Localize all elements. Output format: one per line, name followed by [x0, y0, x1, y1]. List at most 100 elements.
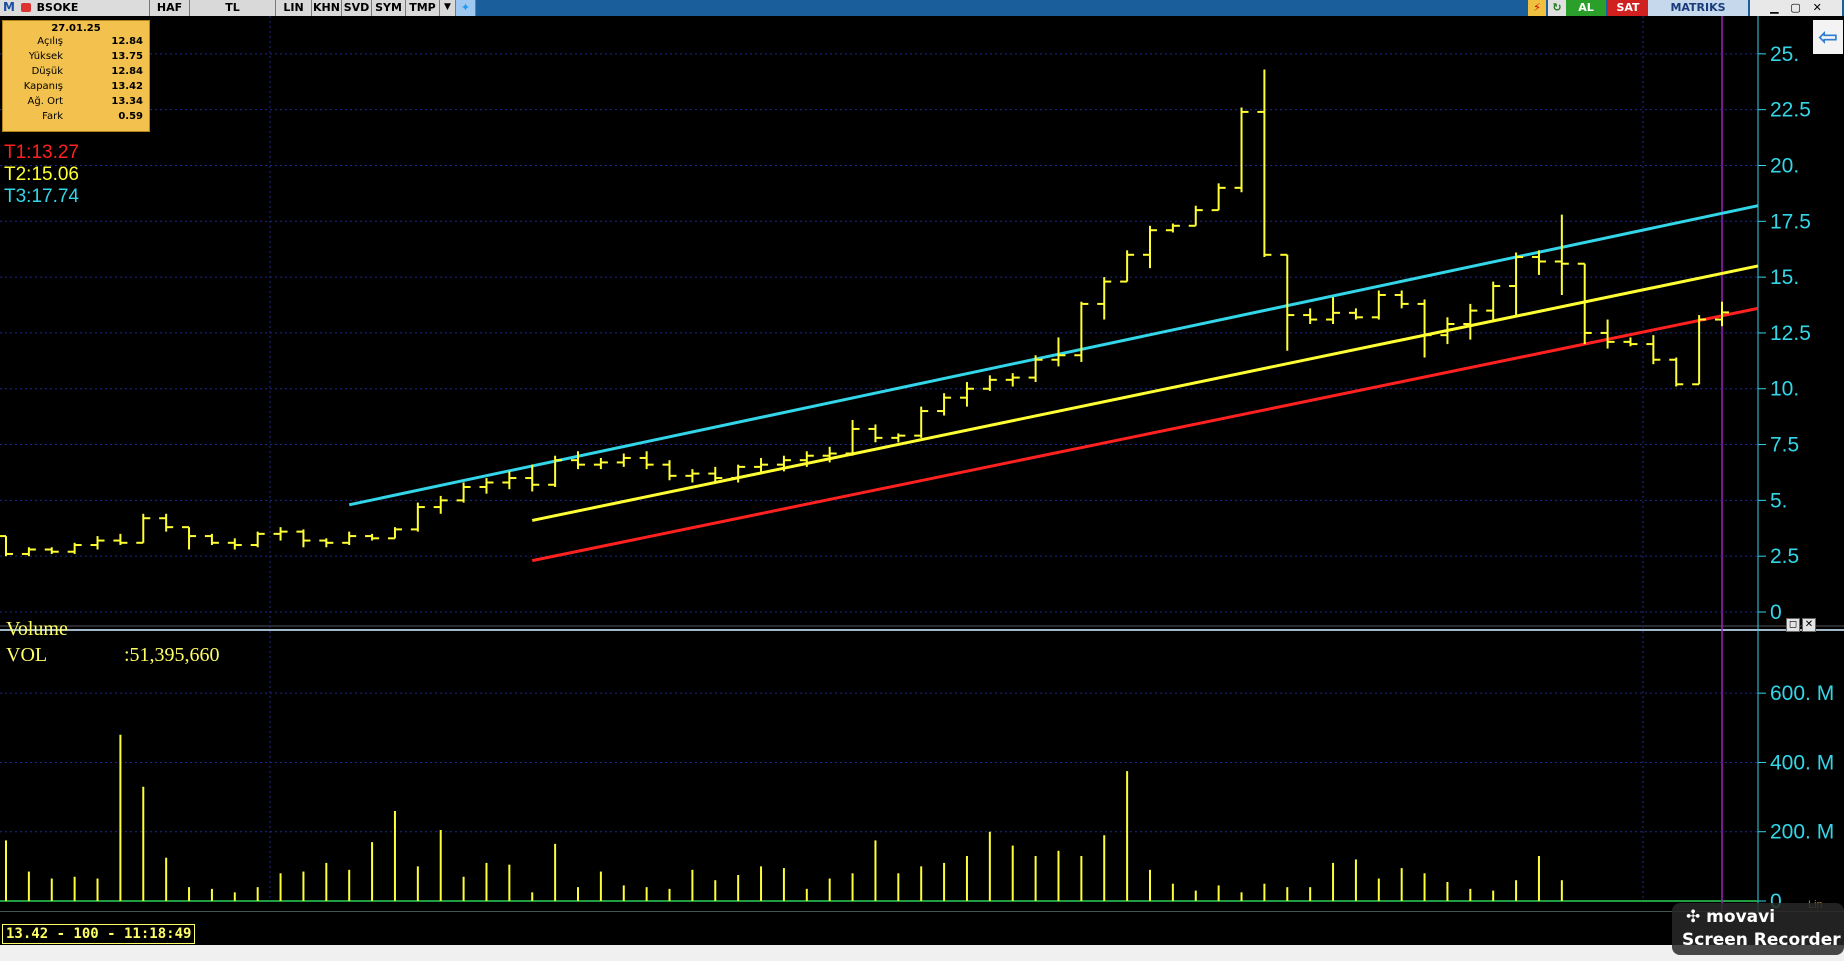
price-bar — [525, 464, 540, 492]
price-bar — [891, 433, 906, 443]
info-date: 27.01.25 — [51, 23, 101, 34]
price-bar — [90, 536, 105, 550]
price-bar — [1234, 107, 1249, 193]
price-tick-label-8: 20. — [1770, 154, 1799, 177]
toolbar-button-lin[interactable]: LIN — [276, 0, 312, 16]
price-tick-label-2: 5. — [1770, 489, 1788, 512]
toolbar-button-tmp[interactable]: TMP — [406, 0, 440, 16]
price-bar — [456, 482, 471, 503]
price-tick-label-10: 25. — [1770, 43, 1799, 66]
sell-button[interactable]: SAT — [1608, 0, 1648, 16]
watermark-sub: Screen Recorder — [1682, 930, 1841, 950]
price-bar — [1692, 315, 1707, 386]
price-tick-label-4: 10. — [1770, 378, 1799, 401]
price-bar — [1303, 308, 1318, 324]
minimize-icon[interactable]: ▁ — [1770, 1, 1778, 14]
volume-tick-label-2: 400. M — [1770, 751, 1834, 774]
price-bar — [959, 382, 974, 407]
price-bar — [1074, 301, 1089, 362]
price-bar — [1143, 225, 1157, 269]
price-bar — [1669, 357, 1684, 387]
price-bar — [21, 547, 36, 557]
price-bar — [593, 457, 608, 470]
price-bar — [982, 375, 997, 391]
price-axis: 0 2.5 5. 7.5 10. 12.5 15. 17.5 20. 22.5 25. — [0, 43, 1811, 624]
price-bar — [182, 526, 197, 550]
movavi-logo-icon: ✣ — [1686, 907, 1701, 927]
refresh-icon[interactable]: ↻ — [1548, 0, 1566, 16]
chart-canvas[interactable]: 0 2.5 5. 7.5 10. 12.5 15. 17.5 20. 22.5 25. 0 200. … — [0, 16, 1844, 912]
info-row-vwap: Ağ. Ort 13.34 — [27, 96, 143, 107]
price-bar — [1394, 290, 1409, 309]
price-bar — [914, 406, 929, 438]
target-t3: T3:17.74 — [4, 186, 79, 207]
symbol-selector[interactable]: M BSOKE — [0, 0, 150, 16]
info-row-open: Açılış 12.84 — [37, 36, 143, 47]
price-bar — [273, 527, 288, 541]
price-bar — [502, 471, 517, 490]
volume-tick-label-3: 600. M — [1770, 682, 1834, 705]
volume-tick-label-1: 200. M — [1770, 821, 1834, 844]
volume-title: Volume — [6, 618, 68, 640]
panel-window-buttons: ◻ ✕ — [1784, 612, 1816, 632]
price-tick-label-7: 17.5 — [1770, 210, 1811, 233]
buy-button[interactable]: AL — [1566, 0, 1606, 16]
price-tick-label-0: 0 — [1770, 601, 1782, 624]
flag-icon — [20, 3, 31, 12]
trend-lines — [348, 204, 1759, 563]
price-bar — [1600, 319, 1615, 349]
price-bar — [204, 533, 219, 546]
price-tick-label-6: 15. — [1770, 266, 1799, 289]
panel-close-icon[interactable]: ✕ — [1802, 618, 1816, 632]
matriks-logo-icon: M — [3, 0, 15, 14]
matriks-brand: MATRIKS — [1648, 0, 1748, 16]
target-t2: T2:15.06 — [4, 164, 79, 185]
volume-label: VOL — [6, 644, 48, 666]
price-bar — [868, 424, 883, 443]
back-arrow-icon[interactable]: ⇦ — [1813, 20, 1843, 54]
price-bar — [1554, 214, 1569, 295]
price-bar — [227, 538, 242, 550]
price-bar — [1097, 277, 1112, 320]
dropdown-arrow-icon[interactable]: ▼ — [440, 0, 456, 16]
price-bar — [113, 533, 128, 546]
info-row-close: Kapanış 13.42 — [23, 81, 143, 92]
toolbar: M BSOKE HAF TL LIN KHN SVD SYM TMP ▼ ✦ ⚡… — [0, 0, 1844, 16]
close-icon[interactable]: ✕ — [1813, 1, 1822, 14]
panel-restore-icon[interactable]: ◻ — [1786, 618, 1800, 632]
restore-icon[interactable]: ▢ — [1790, 1, 1800, 14]
price-bar — [1165, 223, 1180, 233]
price-bar — [1486, 281, 1501, 322]
price-bar — [1257, 69, 1272, 258]
price-bar — [296, 529, 311, 548]
toolbar-button-khn[interactable]: KHN — [312, 0, 342, 16]
price-bar — [1623, 337, 1638, 347]
price-bar — [845, 420, 860, 456]
ohlc-info-box: 27.01.25 Açılış 12.84 Yüksek 13.75 Düşük… — [2, 20, 150, 132]
price-bar — [1509, 252, 1524, 318]
price-bar — [685, 469, 700, 483]
window-controls[interactable]: ▁ ▢ ✕ — [1750, 0, 1842, 16]
price-tick-label-5: 12.5 — [1770, 322, 1811, 345]
footer-bar — [0, 945, 1844, 961]
price-tick-label-3: 7.5 — [1770, 434, 1799, 457]
lightning-icon[interactable]: ⚡ — [1528, 0, 1546, 16]
info-row-change: Fark 0.59 — [42, 111, 143, 122]
toolbar-button-sym[interactable]: SYM — [372, 0, 406, 16]
price-bar — [662, 460, 677, 481]
toolbar-button-tl[interactable]: TL — [190, 0, 276, 16]
price-bar — [319, 538, 334, 548]
volume-bars — [5, 734, 1563, 901]
price-bar — [1348, 308, 1363, 320]
price-bar — [365, 533, 380, 541]
price-bar — [136, 513, 151, 544]
twitter-icon[interactable]: ✦ — [456, 0, 476, 16]
toolbar-button-haf[interactable]: HAF — [150, 0, 190, 16]
trend-line-t1 — [531, 306, 1759, 563]
price-bar — [1463, 303, 1478, 340]
price-bar — [1646, 335, 1661, 365]
price-bar — [479, 478, 494, 494]
price-bar — [67, 542, 82, 554]
info-row-high: Yüksek 13.75 — [28, 51, 143, 62]
toolbar-button-svd[interactable]: SVD — [342, 0, 372, 16]
